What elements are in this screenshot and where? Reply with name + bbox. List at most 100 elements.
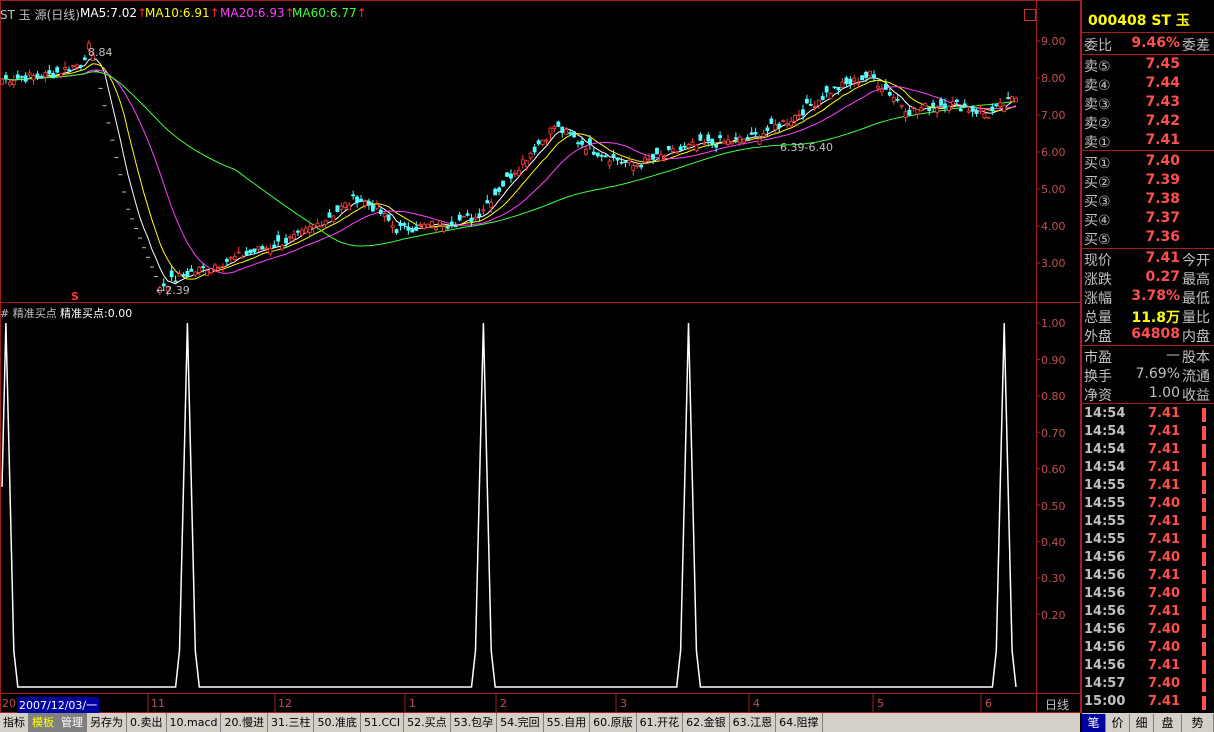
candle-body [292,234,296,239]
tab-indicator[interactable]: 指标 [0,713,29,732]
candle-body [966,110,971,113]
divider [1082,248,1214,249]
candle-body [919,107,924,112]
tab-template[interactable]: 模板 [29,713,58,732]
candle-body [402,223,407,225]
stat-row-change-pct: 涨幅 3.78% 最低 [1084,288,1210,307]
tab-formula[interactable]: 64.阻撑 [776,713,823,732]
candle-body [615,157,620,161]
candle-body [374,204,379,209]
tick-price: 7.41 [1148,568,1181,583]
indicator-tick: 0.20 [1041,609,1066,622]
candle-body [733,137,738,140]
tab-formula[interactable]: 61.开花 [637,713,684,732]
tab-trend[interactable]: 势 [1182,714,1214,732]
stat-row-price: 现价 7.41 今开 [1084,250,1210,269]
candle-body [698,134,703,141]
tick-volume-bar [1202,408,1206,422]
candle-body [473,216,478,220]
tick-row: 14:55 7.41 [1084,478,1214,496]
bid-row[interactable]: 买② 7.39 [1084,172,1214,191]
tick-row: 14:56 7.41 [1084,568,1214,586]
tick-price: 7.41 [1148,478,1181,493]
tab-formula[interactable]: 0.卖出 [127,713,167,732]
tick-time: 14:55 [1084,478,1126,493]
candle-body [382,213,387,217]
tab-formula[interactable]: 63.江恩 [730,713,777,732]
tab-save-as[interactable]: 另存为 [87,713,127,732]
divider [1082,150,1214,151]
candle-body [950,101,955,105]
tab-formula[interactable]: 62.金银 [683,713,730,732]
candle-body [958,108,963,112]
candle-body [848,78,853,85]
maximize-icon[interactable] [1024,9,1036,21]
tick-volume-bar [1202,480,1206,494]
candle-body [998,102,1003,107]
tick-price: 7.41 [1148,406,1181,421]
candle-body [406,226,411,231]
candle-body [469,217,474,222]
bid-row[interactable]: 买④ 7.37 [1084,210,1214,229]
tick-time: 14:56 [1084,658,1126,673]
tab-price[interactable]: 价 [1106,714,1130,732]
candle-body [879,88,884,93]
candle-body [868,70,872,77]
candle-body [323,219,328,225]
candle-body [489,202,494,208]
candle-body [1010,96,1014,102]
period-button[interactable]: 日线 [1045,696,1069,713]
candle-body [367,201,371,206]
tab-formula[interactable]: 52.买点 [404,713,451,732]
tab-trades[interactable]: 笔 [1082,714,1106,732]
candle-body [690,141,695,146]
tick-volume-bar [1202,696,1206,710]
candle-body [639,165,644,168]
candle-body [789,121,794,127]
candle-body [75,64,79,68]
ask-row[interactable]: 卖④ 7.44 [1084,75,1214,94]
tab-book[interactable]: 盘 [1154,714,1182,732]
tick-price: 7.40 [1148,676,1181,691]
tab-formula[interactable]: 31.三柱 [268,713,315,732]
ask-row[interactable]: 卖① 7.41 [1084,132,1214,151]
bid-row[interactable]: 买① 7.40 [1084,153,1214,172]
indicator-tick: 0.40 [1041,536,1066,549]
candle-body [51,73,56,79]
stat-row-volume: 总量 11.8万 量比 [1084,310,1210,326]
chart-canvas[interactable] [0,0,1082,713]
tick-price: 7.41 [1148,604,1181,619]
candle-body [351,194,356,197]
candle-body [363,200,367,207]
candle-body [797,114,801,117]
tab-manage[interactable]: 管理 [58,713,87,732]
tab-detail[interactable]: 细 [1130,714,1154,732]
ask-row[interactable]: 卖③ 7.43 [1084,94,1214,113]
tick-price: 7.40 [1148,622,1181,637]
tick-row: 14:57 7.40 [1084,676,1214,694]
ask-row[interactable]: 卖⑤ 7.45 [1084,56,1214,75]
cursor-date: 2007/12/03/一 [17,697,100,713]
indicator-tab-bar: 指标 模板 管理 另存为 0.卖出 10.macd 20.慢进 31.三柱 50… [0,713,1080,732]
candle-body [189,268,194,272]
tick-time: 14:55 [1084,514,1126,529]
candle-body [201,266,206,268]
candle-body [962,103,967,108]
candle-body [497,187,502,192]
tab-formula[interactable]: 55.自用 [544,713,591,732]
tab-formula[interactable]: 60.原版 [590,713,637,732]
tab-formula[interactable]: 10.macd [167,713,222,732]
tab-formula[interactable]: 54.完回 [497,713,544,732]
candle-body [501,180,505,187]
tab-formula[interactable]: 51.CCI [361,713,405,732]
tab-formula[interactable]: 20.慢进 [221,713,268,732]
candle-body [509,173,513,179]
bid-row[interactable]: 买③ 7.38 [1084,191,1214,210]
tick-row: 14:56 7.41 [1084,658,1214,676]
candle-body [82,57,87,61]
tab-formula[interactable]: 50.准底 [314,713,361,732]
ask-row[interactable]: 卖② 7.42 [1084,113,1214,132]
tab-formula[interactable]: 53.包孕 [451,713,498,732]
month-tick: 4 [753,697,760,710]
bid-row[interactable]: 买⑤ 7.36 [1084,229,1214,248]
